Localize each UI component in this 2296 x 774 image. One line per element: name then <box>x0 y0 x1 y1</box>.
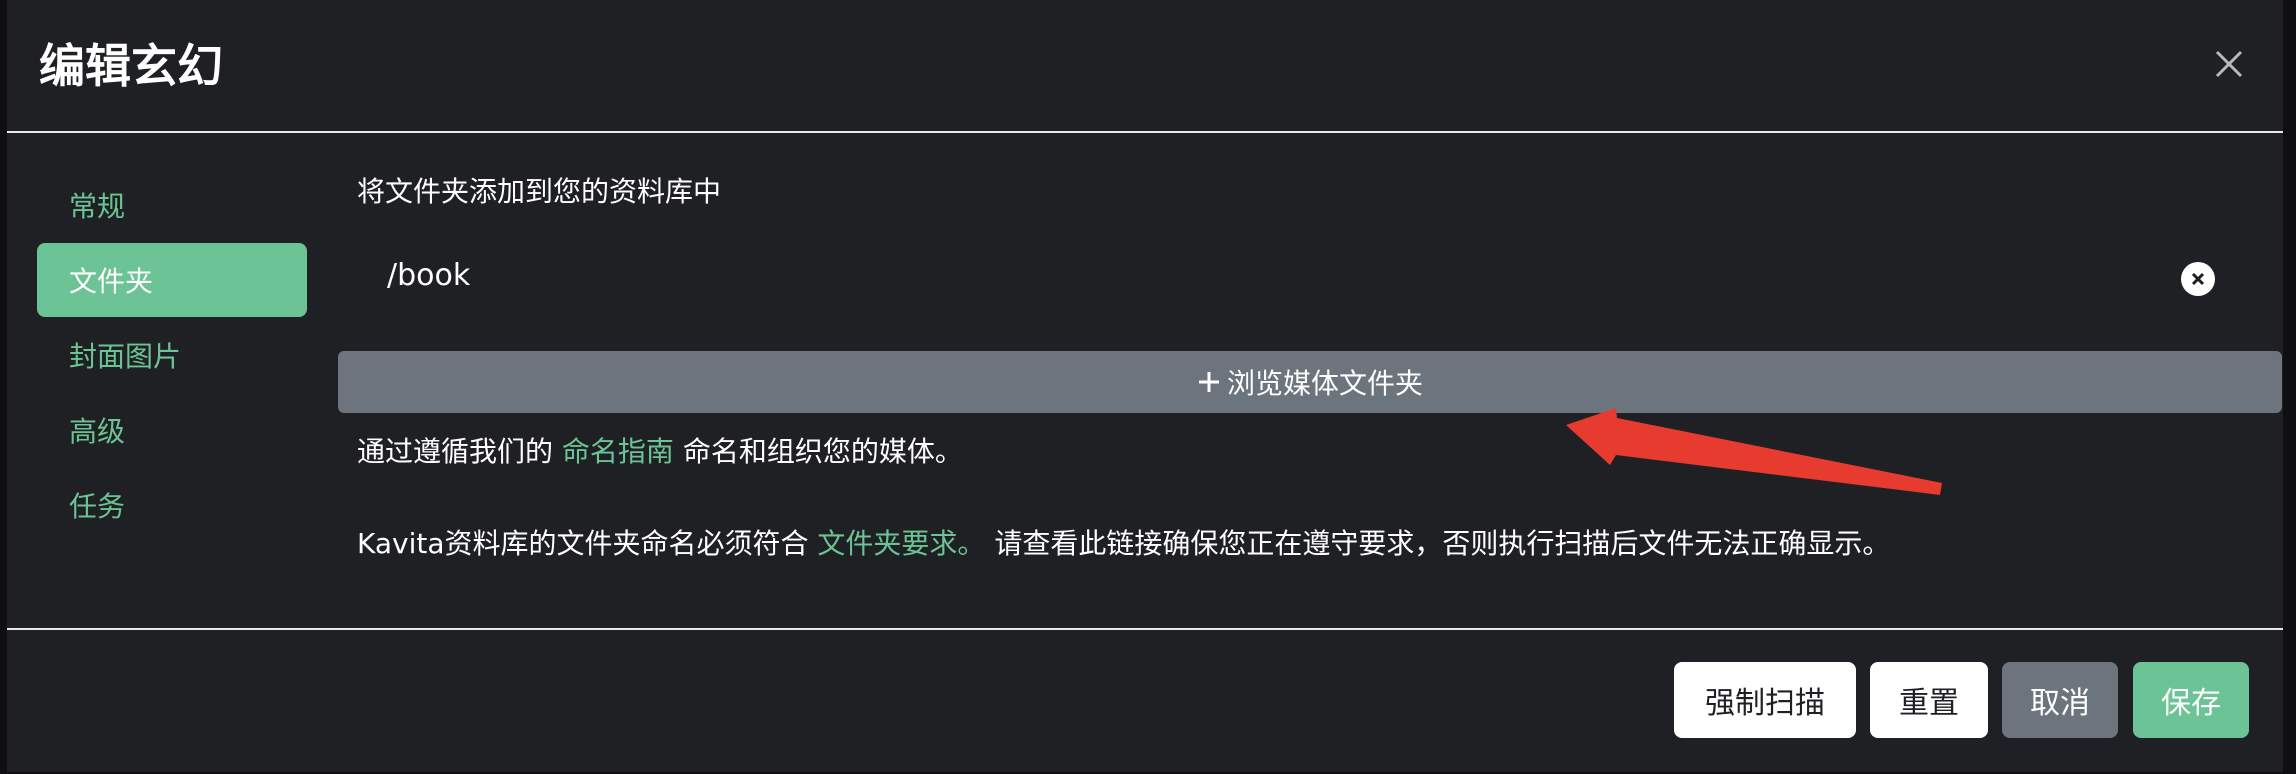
nav-item-label: 文件夹 <box>69 265 154 298</box>
plus-icon <box>1198 372 1219 392</box>
modal-title: 编辑玄幻 <box>39 39 223 93</box>
folder-requirements-text: Kavita资料库的文件夹命名必须符合 文件夹要求。 请查看此链接确保您正在遵守… <box>357 522 1890 562</box>
header-divider <box>7 131 2283 133</box>
nav-item-label: 任务 <box>69 490 126 523</box>
nav-item-label: 高级 <box>69 415 126 448</box>
folder-row: /book <box>357 250 2257 320</box>
help-text: 通过遵循我们的 <box>357 435 554 468</box>
footer-divider <box>7 628 2283 630</box>
edit-library-modal: 编辑玄幻 常规 文件夹 封面图片 高级 任务 将文件夹添加到您的资料库中 /bo… <box>7 0 2283 772</box>
help-text: 命名和组织您的媒体。 <box>682 435 963 468</box>
browse-label: 浏览媒体文件夹 <box>1226 367 1423 400</box>
folders-intro: 将文件夹添加到您的资料库中 <box>357 175 722 208</box>
force-scan-button[interactable]: 强制扫描 <box>1674 662 1856 738</box>
folder-requirements-link[interactable]: 文件夹要求。 <box>817 527 985 560</box>
naming-help-text: 通过遵循我们的 命名指南 命名和组织您的媒体。 <box>357 430 963 470</box>
browse-media-folder-button[interactable]: 浏览媒体文件夹 <box>338 351 2282 413</box>
help-text: Kavita资料库的文件夹命名必须符合 <box>357 527 809 560</box>
remove-circle-icon <box>2191 272 2205 286</box>
nav-item-cover-image[interactable]: 封面图片 <box>37 318 307 392</box>
nav-item-tasks[interactable]: 任务 <box>37 468 307 542</box>
modal-header: 编辑玄幻 <box>7 0 2283 132</box>
close-icon <box>2215 50 2243 78</box>
naming-guide-link[interactable]: 命名指南 <box>562 435 674 468</box>
cancel-button[interactable]: 取消 <box>2002 662 2118 738</box>
nav-item-label: 常规 <box>69 190 126 223</box>
folder-path: /book <box>387 258 471 293</box>
close-button[interactable] <box>2205 40 2253 88</box>
save-button[interactable]: 保存 <box>2133 662 2249 738</box>
reset-button[interactable]: 重置 <box>1870 662 1988 738</box>
nav-item-folders[interactable]: 文件夹 <box>37 243 307 317</box>
nav-item-advanced[interactable]: 高级 <box>37 393 307 467</box>
help-text: 请查看此链接确保您正在遵守要求，否则执行扫描后文件无法正确显示。 <box>994 527 1891 560</box>
nav-item-label: 封面图片 <box>69 340 182 373</box>
settings-nav: 常规 文件夹 封面图片 高级 任务 <box>37 168 307 543</box>
modal-footer: 强制扫描 重置 取消 保存 <box>7 632 2283 772</box>
remove-folder-button[interactable] <box>2181 262 2215 296</box>
nav-item-general[interactable]: 常规 <box>37 168 307 242</box>
